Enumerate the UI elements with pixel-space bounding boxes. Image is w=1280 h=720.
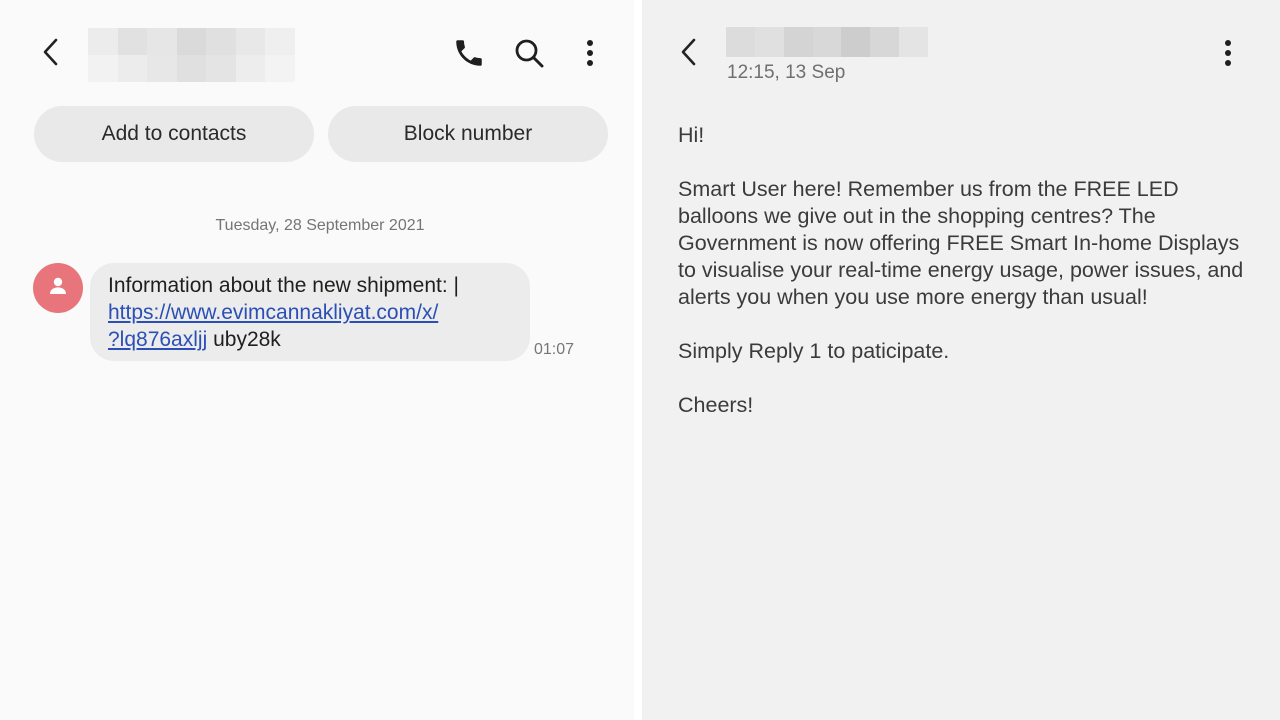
contact-avatar[interactable] bbox=[33, 263, 83, 313]
message-link-line2: ?lq876axljj bbox=[108, 328, 208, 351]
search-icon[interactable] bbox=[512, 36, 546, 70]
message-body: Hi! Smart User here! Remember us from th… bbox=[678, 122, 1258, 446]
sender-name-redacted bbox=[726, 27, 928, 57]
message-timestamp: 12:15, 13 Sep bbox=[727, 62, 846, 83]
more-vertical-icon[interactable] bbox=[578, 36, 602, 70]
message-paragraph: Hi! bbox=[678, 123, 705, 147]
date-separator: Tuesday, 28 September 2021 bbox=[215, 217, 425, 234]
contact-name-redacted bbox=[88, 28, 295, 82]
person-icon bbox=[47, 275, 69, 302]
message-paragraph: Simply Reply 1 to paticipate. bbox=[678, 339, 950, 363]
block-number-button[interactable]: Block number bbox=[328, 106, 608, 162]
add-to-contacts-button[interactable]: Add to contacts bbox=[34, 106, 314, 162]
message-paragraph: Smart User here! Remember us from the FR… bbox=[678, 177, 1244, 309]
more-vertical-icon[interactable] bbox=[1216, 36, 1240, 70]
back-arrow-icon[interactable] bbox=[36, 36, 68, 68]
message-link-line1: https://www.evimcannakliyat.com/x/ bbox=[108, 301, 439, 324]
message-time: 01:07 bbox=[534, 341, 575, 358]
message-text: Information about the new shipment: | bbox=[108, 274, 459, 297]
right-conversation-screen: 12:15, 13 Sep Hi! Smart User here! Remem… bbox=[642, 0, 1280, 720]
message-bubble[interactable]: Information about the new shipment: | ht… bbox=[90, 263, 530, 361]
message-text-tail: uby28k bbox=[207, 328, 281, 351]
phone-icon[interactable] bbox=[452, 36, 486, 70]
back-arrow-icon[interactable] bbox=[674, 36, 706, 68]
left-conversation-screen: Add to contacts Block number Tuesday, 28… bbox=[0, 0, 638, 720]
message-paragraph: Cheers! bbox=[678, 393, 754, 417]
